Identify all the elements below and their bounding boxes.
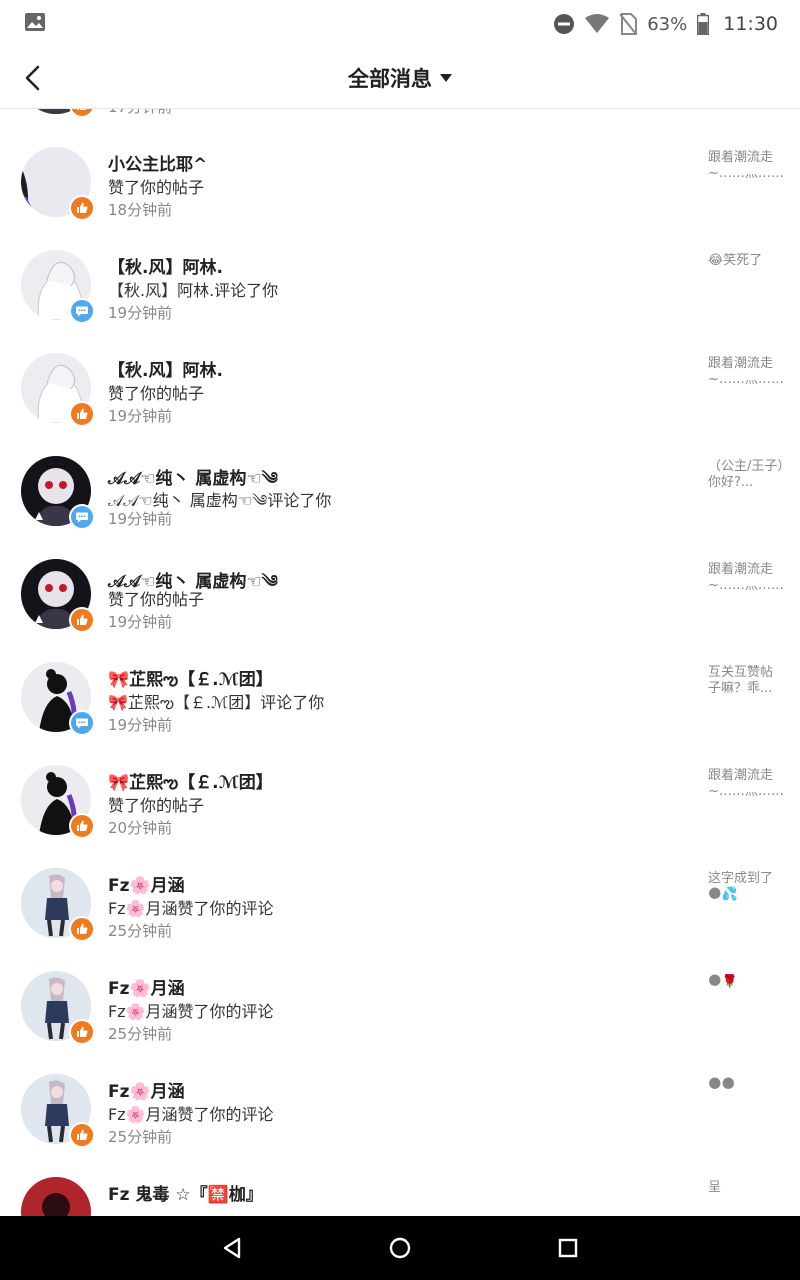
content-preview: 🌑🌹 [708,974,738,989]
clock: 11:30 [723,13,778,35]
image-icon [25,13,45,31]
notification-action: Fz🌸月涵赞了你的评论 [108,899,274,918]
content-preview: 互关互赞帖子嘛？乖... [708,665,774,696]
notification-item[interactable]: 𝒜𝒜☜纯丶 属虚构☜༄ 𝒜𝒜☜纯丶 属虚构☜༄评论了你 19分钟前 （公主/王子）你好… [0,445,800,548]
notification-item[interactable]: 赞了你的帖子17分钟前 [0,109,800,136]
sender-name: Fz 鬼毒 ☆『🈲枷』 [108,1185,263,1205]
back-triangle-icon[interactable] [216,1232,248,1264]
notification-action: 赞了你的帖子 [108,178,205,197]
like-badge-icon [69,195,95,221]
sender-name: Fz🌸月涵 [108,876,185,896]
wifi-icon [585,14,610,33]
caret-down-icon [440,74,452,82]
notification-item[interactable]: 🎀芷熙ఌ【￡.ℳ团】 赞了你的帖子 20分钟前 跟着潮流走~……灬…… [0,754,800,857]
notification-action: 【秋.风】阿林.评论了你 [108,281,279,300]
notification-item[interactable]: 【秋.风】阿林. 赞了你的帖子 19分钟前 跟着潮流走~……灬…… [0,342,800,445]
notification-item[interactable]: 小公主比耶^ 赞了你的帖子 18分钟前 跟着潮流走~……灬…… [0,136,800,239]
notification-item[interactable]: Fz🌸月涵 Fz🌸月涵赞了你的评论 25分钟前 🌑🌹 [0,960,800,1063]
avatar[interactable] [21,1177,91,1216]
notification-list[interactable]: 赞了你的帖子17分钟前小公主比耶^赞了你的帖子18分钟前跟着潮流走~……灬……【… [0,109,800,1216]
comment-badge-icon [69,504,95,530]
like-badge-icon [69,1122,95,1148]
timestamp: 19分钟前 [108,304,173,322]
like-badge-icon [69,401,95,427]
timestamp: 19分钟前 [108,510,173,528]
like-badge-icon [69,916,95,942]
navigation-bar [0,1216,800,1280]
notification-action: 赞了你的帖子 [108,590,205,609]
dnd-icon [554,14,575,34]
recents-square-icon[interactable] [552,1232,584,1264]
notification-action: Fz🌸月涵赞了你的评论 [108,1105,274,1124]
status-bar: 63% 11:30 [0,0,800,48]
filter-dropdown[interactable]: 全部消息 [0,63,800,93]
no-sim-icon [619,13,638,35]
notification-item[interactable]: Fz 鬼毒 ☆『🈲枷』 呈 [0,1166,800,1216]
notification-item[interactable]: 𝒜𝒜☜纯丶 属虚构☜༄ 赞了你的帖子 19分钟前 跟着潮流走~……灬…… [0,548,800,651]
content-preview: 呈 [708,1180,722,1195]
timestamp: 19分钟前 [108,613,173,631]
notification-action: Fz🌸月涵赞了你的评论 [108,1002,274,1021]
content-preview: 😂笑死了 [708,253,763,268]
like-badge-icon [69,607,95,633]
battery-icon [697,13,710,35]
timestamp: 19分钟前 [108,407,173,425]
timestamp: 25分钟前 [108,1128,173,1146]
sender-name: 小公主比耶^ [108,155,208,175]
timestamp: 17分钟前 [108,109,172,117]
notification-item[interactable]: Fz🌸月涵 Fz🌸月涵赞了你的评论 25分钟前 这字成到了🌑💦 [0,857,800,960]
timestamp: 25分钟前 [108,922,173,940]
content-preview: （公主/王子）你好?... [708,459,784,490]
content-preview: 🌑🌑 [708,1077,736,1092]
notification-item[interactable]: 【秋.风】阿林. 【秋.风】阿林.评论了你 19分钟前 😂笑死了 [0,239,800,342]
notification-item[interactable]: 🎀芷熙ఌ【￡.ℳ团】 🎀芷熙ఌ【￡.ℳ团】评论了你 19分钟前 互关互赞帖子嘛？乖..… [0,651,800,754]
sender-name: 【秋.风】阿林. [108,361,223,381]
content-preview: 跟着潮流走~……灬…… [708,562,784,593]
like-badge-icon [69,109,95,118]
like-badge-icon [69,1019,95,1045]
timestamp: 18分钟前 [108,201,173,219]
notification-action: 🎀芷熙ఌ【￡.ℳ团】评论了你 [108,693,325,712]
timestamp: 20分钟前 [108,819,173,837]
home-circle-icon[interactable] [384,1232,416,1264]
notification-item[interactable]: Fz🌸月涵 Fz🌸月涵赞了你的评论 25分钟前 🌑🌑 [0,1063,800,1166]
battery-percent: 63% [647,13,688,35]
header: 全部消息 [0,48,800,109]
notification-action: 赞了你的帖子 [108,796,205,815]
timestamp: 19分钟前 [108,716,173,734]
content-preview: 跟着潮流走~……灬…… [708,356,784,387]
page-title: 全部消息 [348,67,432,91]
sender-name: 【秋.风】阿林. [108,258,223,278]
notification-action: 赞了你的帖子 [108,384,205,403]
comment-badge-icon [69,710,95,736]
content-preview: 跟着潮流走~……灬…… [708,768,784,799]
sender-name: Fz🌸月涵 [108,1082,185,1102]
comment-badge-icon [69,298,95,324]
like-badge-icon [69,813,95,839]
sender-name: Fz🌸月涵 [108,979,185,999]
content-preview: 跟着潮流走~……灬…… [708,150,784,181]
timestamp: 25分钟前 [108,1025,173,1043]
content-preview: 这字成到了🌑💦 [708,871,774,902]
